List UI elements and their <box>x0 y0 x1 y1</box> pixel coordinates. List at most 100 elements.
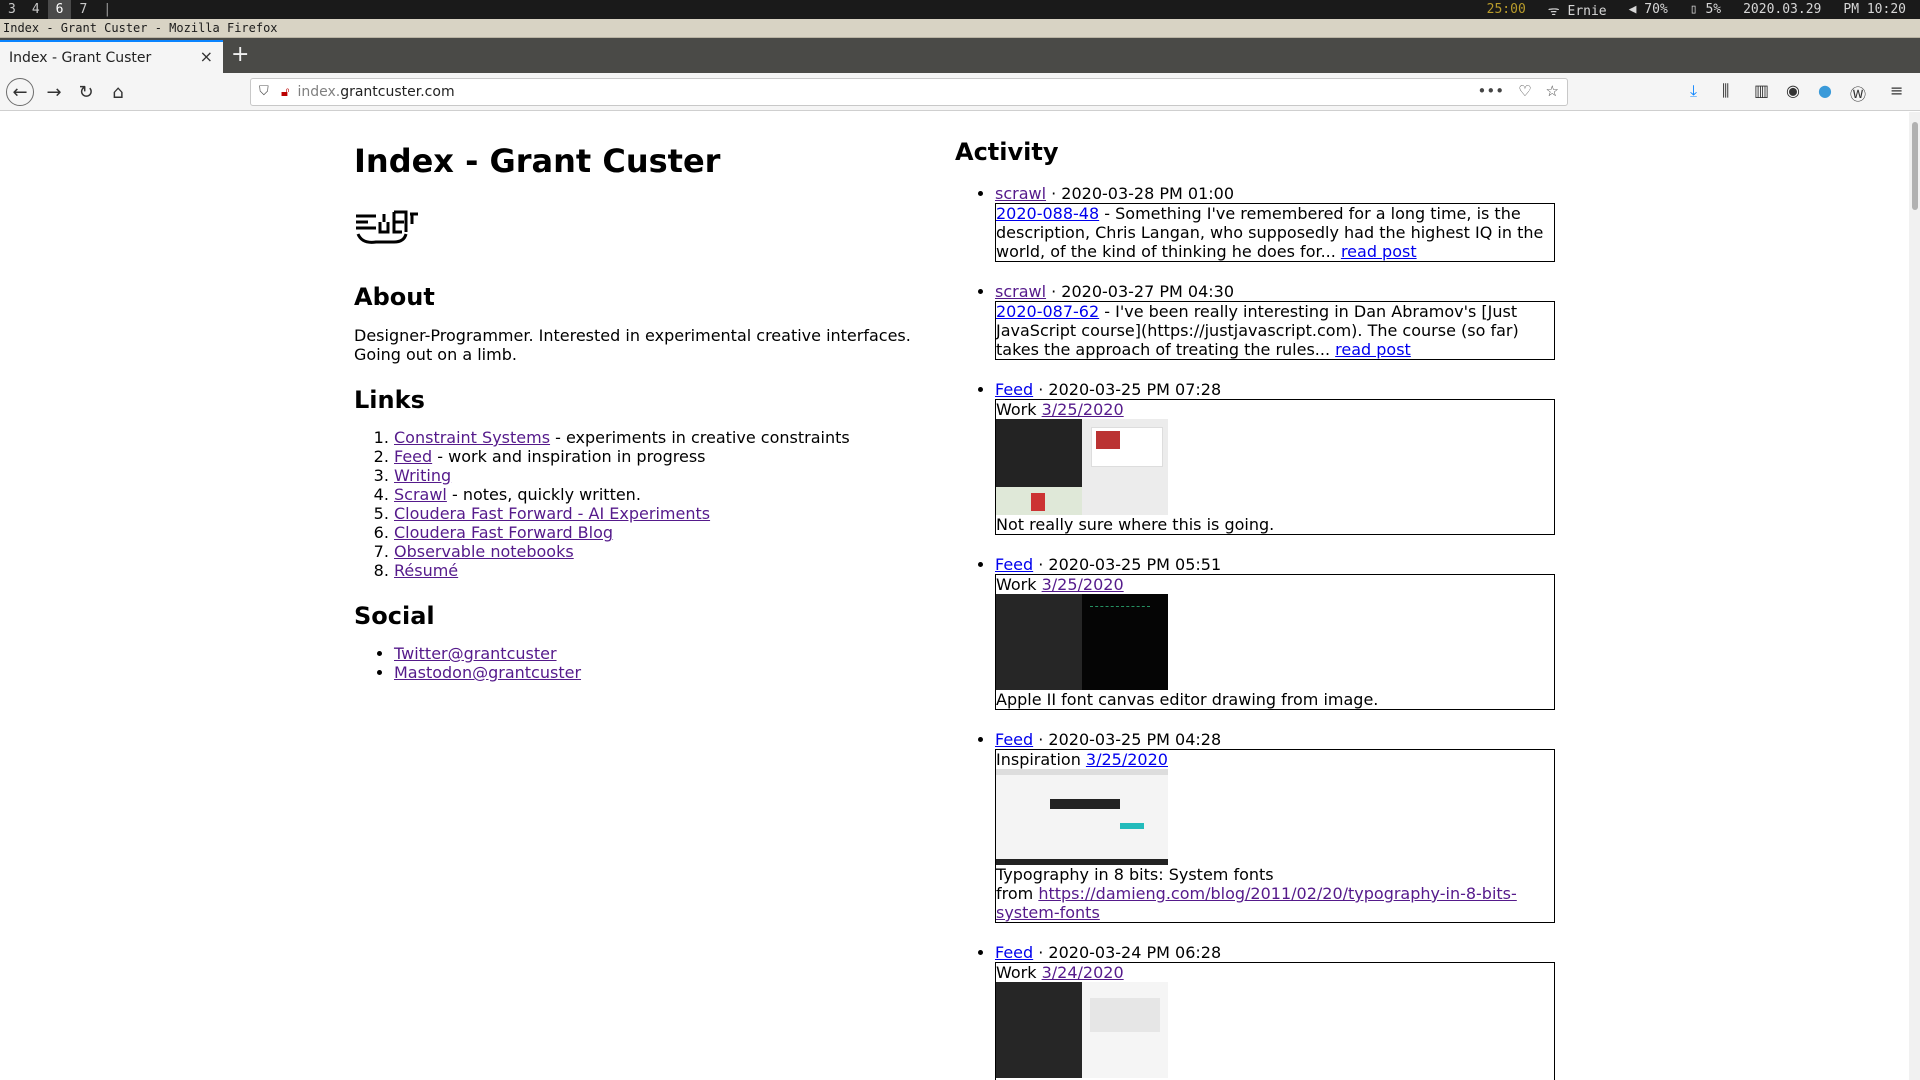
link-cloudera-blog[interactable]: Cloudera Fast Forward Blog <box>394 523 613 542</box>
list-item: Résumé <box>394 561 924 580</box>
extension-icon[interactable]: ● <box>1818 81 1832 100</box>
activity-source-link[interactable]: scrawl <box>995 282 1046 301</box>
insecure-lock-icon[interactable]: 🔓︎ <box>281 85 289 100</box>
activity-datetime: · 2020-03-25 PM 05:51 <box>1033 555 1222 574</box>
feed-date-link[interactable]: 3/24/2020 <box>1042 963 1124 982</box>
reload-button[interactable]: ↻ <box>73 79 99 105</box>
tab-index-grant-custer[interactable]: Index - Grant Custer × <box>0 40 223 73</box>
link-observable-notebooks[interactable]: Observable notebooks <box>394 542 574 561</box>
read-post-link[interactable]: read post <box>1341 242 1417 261</box>
feed-source: from https://damieng.com/blog/2011/02/20… <box>996 884 1554 922</box>
activity-item: Feed · 2020-03-25 PM 04:28 Inspiration 3… <box>995 730 1555 923</box>
account-icon[interactable]: ◉ <box>1786 81 1800 100</box>
wifi-name: Ernie <box>1567 3 1607 19</box>
arrow-left-icon: ← <box>12 81 28 103</box>
feed-thumbnail[interactable] <box>996 419 1168 515</box>
activity-card: Work 3/25/2020 Not really sure where thi… <box>995 399 1555 535</box>
workspace-6[interactable]: 6 <box>47 0 72 19</box>
feed-kind: Work <box>996 575 1037 594</box>
activity-list: scrawl · 2020-03-28 PM 01:00 2020-088-48… <box>955 184 1555 1080</box>
volume-status: ◀ 70% <box>1629 2 1668 17</box>
activity-card: Work 3/24/2020 <box>995 962 1555 1080</box>
link-scrawl[interactable]: Scrawl <box>394 485 447 504</box>
activity-card: Inspiration 3/25/2020 Typography in 8 bi… <box>995 749 1555 923</box>
post-id-link[interactable]: 2020-088-48 <box>996 204 1099 223</box>
list-item: Cloudera Fast Forward Blog <box>394 523 924 542</box>
feed-kind: Inspiration <box>996 750 1081 769</box>
link-description: - experiments in creative constraints <box>550 428 850 447</box>
workspace-separator: | <box>103 2 112 17</box>
activity-source-link[interactable]: Feed <box>995 730 1033 749</box>
thumbnail-browser-bar <box>996 769 1168 775</box>
feed-date-link[interactable]: 3/25/2020 <box>1086 750 1168 769</box>
i3-status-bar: 3 4 6 7 | 25:00 ᯤ Ernie ◀ 70% ▯ 5% 2020.… <box>0 0 1920 19</box>
library-icon[interactable]: ⫼ <box>1722 81 1729 101</box>
activity-item: scrawl · 2020-03-28 PM 01:00 2020-088-48… <box>995 184 1555 262</box>
window-title: Index - Grant Custer - Mozilla Firefox <box>0 19 1920 38</box>
page-title: Index - Grant Custer <box>354 142 721 180</box>
url-bar[interactable]: ⛉ 🔓︎ index.grantcuster.com ••• ♡ ☆ <box>250 78 1568 106</box>
thumbnail-button <box>1120 823 1144 829</box>
home-button[interactable]: ⌂ <box>105 79 131 105</box>
forward-button[interactable]: → <box>41 79 67 105</box>
navigation-toolbar: ← → ↻ ⌂ ⛉ 🔓︎ index.grantcuster.com ••• ♡… <box>0 73 1920 111</box>
list-item: Mastodon@grantcuster <box>394 663 924 682</box>
link-cloudera-ai-experiments[interactable]: Cloudera Fast Forward - AI Experiments <box>394 504 710 523</box>
link-constraint-systems[interactable]: Constraint Systems <box>394 428 550 447</box>
scrollbar-thumb[interactable] <box>1912 122 1918 210</box>
feed-thumbnail[interactable] <box>996 594 1168 690</box>
downloads-icon[interactable]: ⤓ <box>1690 81 1697 101</box>
link-writing[interactable]: Writing <box>394 466 451 485</box>
pocket-icon[interactable]: ♡ <box>1518 82 1531 100</box>
workspace-7[interactable]: 7 <box>71 0 95 19</box>
feed-entry-header: Work 3/25/2020 <box>996 400 1554 419</box>
w-extension-icon[interactable]: Ⓦ <box>1850 81 1866 105</box>
activity-item: Feed · 2020-03-24 PM 06:28 Work 3/24/202… <box>995 943 1555 1080</box>
sidebar-icon[interactable]: ▥ <box>1754 81 1769 100</box>
close-tab-icon[interactable]: × <box>200 47 213 66</box>
feed-thumbnail[interactable] <box>996 982 1168 1078</box>
link-mastodon[interactable]: Mastodon@grantcuster <box>394 663 581 682</box>
link-feed[interactable]: Feed <box>394 447 432 466</box>
battery-icon: ▯ <box>1689 2 1706 17</box>
wifi-icon: ᯤ <box>1547 3 1568 19</box>
activity-source-link[interactable]: scrawl <box>995 184 1046 203</box>
feed-thumbnail[interactable] <box>996 769 1168 865</box>
activity-column: Activity scrawl · 2020-03-28 PM 01:00 20… <box>955 112 1555 1080</box>
page-actions-menu-icon[interactable]: ••• <box>1478 82 1505 100</box>
tracking-protection-shield-icon[interactable]: ⛉ <box>259 84 273 100</box>
link-description: - notes, quickly written. <box>446 485 641 504</box>
thumbnail-terminal-text <box>1090 606 1150 630</box>
read-post-link[interactable]: read post <box>1335 340 1411 359</box>
workspace-4[interactable]: 4 <box>24 0 48 19</box>
pomodoro-timer: 25:00 <box>1486 2 1526 17</box>
status-area: 25:00 ᯤ Ernie ◀ 70% ▯ 5% 2020.03.29 PM 1… <box>1487 0 1906 19</box>
thumbnail-editor-pane <box>996 594 1082 690</box>
workspace-3[interactable]: 3 <box>0 0 24 19</box>
feed-date-link[interactable]: 3/25/2020 <box>1042 575 1124 594</box>
post-id-link[interactable]: 2020-087-62 <box>996 302 1099 321</box>
links-heading: Links <box>354 386 425 414</box>
feed-date-link[interactable]: 3/25/2020 <box>1042 400 1124 419</box>
hamburger-menu-icon[interactable]: ≡ <box>1890 81 1903 100</box>
back-button[interactable]: ← <box>6 78 34 106</box>
activity-datetime: · 2020-03-25 PM 07:28 <box>1033 380 1222 399</box>
activity-datetime: · 2020-03-25 PM 04:28 <box>1033 730 1222 749</box>
activity-source-link[interactable]: Feed <box>995 943 1033 962</box>
list-item: Feed - work and inspiration in progress <box>394 447 924 466</box>
link-resume[interactable]: Résumé <box>394 561 458 580</box>
bookmark-star-icon[interactable]: ☆ <box>1546 82 1559 100</box>
activity-heading: Activity <box>955 138 1059 166</box>
activity-source-link[interactable]: Feed <box>995 555 1033 574</box>
page-scrollbar[interactable] <box>1909 112 1920 1080</box>
link-twitter[interactable]: Twitter@grantcuster <box>394 644 557 663</box>
url-text[interactable]: index.grantcuster.com <box>297 84 454 100</box>
date: 2020.03.29 <box>1743 2 1822 17</box>
feed-entry-header: Inspiration 3/25/2020 <box>996 750 1554 769</box>
list-item: Cloudera Fast Forward - AI Experiments <box>394 504 924 523</box>
list-item: Twitter@grantcuster <box>394 644 924 663</box>
activity-source-link[interactable]: Feed <box>995 380 1033 399</box>
new-tab-button[interactable]: + <box>231 41 249 69</box>
feed-source-link[interactable]: https://damieng.com/blog/2011/02/20/typo… <box>996 884 1517 922</box>
social-list: Twitter@grantcuster Mastodon@grantcuster <box>354 644 924 682</box>
